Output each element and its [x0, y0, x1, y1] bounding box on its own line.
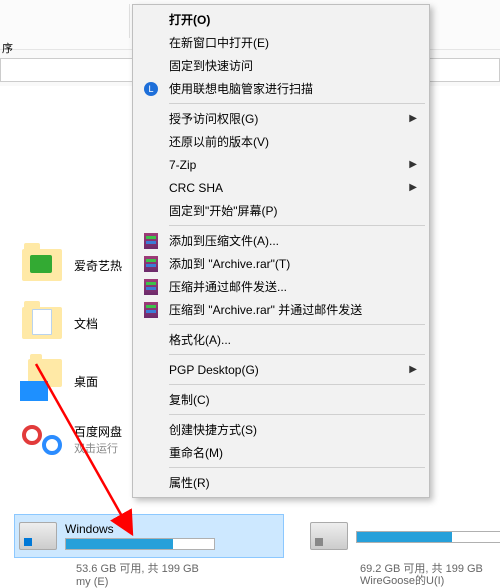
- menu-separator: [169, 225, 425, 226]
- lenovo-icon: L: [143, 81, 159, 97]
- menu-item-lenovo-scan[interactable]: L 使用联想电脑管家进行扫描: [135, 77, 427, 100]
- submenu-arrow-icon: ▶: [409, 113, 417, 124]
- menu-item-label: 授予访问权限(G): [169, 110, 258, 127]
- menu-separator: [169, 467, 425, 468]
- winrar-icon: [143, 279, 159, 295]
- menu-item-create-shortcut[interactable]: 创建快捷方式(S): [135, 418, 427, 441]
- menu-item-label: 固定到快速访问: [169, 57, 253, 74]
- menu-item-label: 重命名(M): [169, 444, 223, 461]
- menu-separator: [169, 414, 425, 415]
- menu-separator: [169, 324, 425, 325]
- menu-item-label: PGP Desktop(G): [169, 363, 259, 377]
- menu-item-add-archive[interactable]: 添加到压缩文件(A)...: [135, 229, 427, 252]
- menu-item-copy[interactable]: 复制(C): [135, 388, 427, 411]
- menu-item-pin-start[interactable]: 固定到"开始"屏幕(P): [135, 199, 427, 222]
- menu-item-label: 创建快捷方式(S): [169, 421, 257, 438]
- drive-usage-bar: [356, 531, 500, 543]
- menu-item-label: 复制(C): [169, 391, 210, 408]
- menu-item-rename[interactable]: 重命名(M): [135, 441, 427, 464]
- app-label: 百度网盘: [74, 423, 122, 440]
- menu-item-label: 添加到压缩文件(A)...: [169, 232, 279, 249]
- submenu-arrow-icon: ▶: [409, 364, 417, 375]
- ribbon-group: [0, 4, 130, 38]
- menu-item-restore-previous[interactable]: 还原以前的版本(V): [135, 130, 427, 153]
- folder-label: 文档: [74, 315, 98, 332]
- menu-item-crc-sha[interactable]: CRC SHA ▶: [135, 176, 427, 199]
- ribbon-group-label: 序: [2, 40, 13, 56]
- winrar-icon: [143, 302, 159, 318]
- folder-icon: [20, 243, 64, 287]
- menu-item-properties[interactable]: 属性(R): [135, 471, 427, 494]
- menu-item-open[interactable]: 打开(O): [135, 8, 427, 31]
- submenu-arrow-icon: ▶: [409, 182, 417, 193]
- menu-item-label: 添加到 "Archive.rar"(T): [169, 255, 290, 272]
- menu-item-label: 压缩并通过邮件发送...: [169, 278, 287, 295]
- menu-separator: [169, 103, 425, 104]
- drive-next-label: my (E): [76, 576, 108, 588]
- drive-icon: [19, 522, 57, 550]
- drive-label: Windows: [65, 522, 215, 536]
- winrar-icon: [143, 256, 159, 272]
- menu-item-label: 属性(R): [169, 474, 210, 491]
- menu-item-7zip[interactable]: 7-Zip ▶: [135, 153, 427, 176]
- desktop-icon: [20, 359, 64, 403]
- app-sublabel: 双击运行: [74, 440, 122, 456]
- menu-item-label: 还原以前的版本(V): [169, 133, 269, 150]
- drive-item-c[interactable]: Windows: [14, 514, 284, 558]
- menu-item-add-archive-named[interactable]: 添加到 "Archive.rar"(T): [135, 252, 427, 275]
- menu-separator: [169, 354, 425, 355]
- menu-item-label: 固定到"开始"屏幕(P): [169, 202, 278, 219]
- menu-item-compress-email[interactable]: 压缩并通过邮件发送...: [135, 275, 427, 298]
- menu-item-open-new-window[interactable]: 在新窗口中打开(E): [135, 31, 427, 54]
- menu-item-label: CRC SHA: [169, 181, 223, 195]
- folder-label: 爱奇艺热: [74, 257, 122, 274]
- drive-icon: [310, 522, 348, 550]
- drive-usage-bar: [65, 538, 215, 550]
- menu-item-pgp-desktop[interactable]: PGP Desktop(G) ▶: [135, 358, 427, 381]
- menu-item-format[interactable]: 格式化(A)...: [135, 328, 427, 351]
- menu-item-pin-quick-access[interactable]: 固定到快速访问: [135, 54, 427, 77]
- submenu-arrow-icon: ▶: [409, 159, 417, 170]
- menu-item-label: 7-Zip: [169, 158, 196, 172]
- drive-next-label: WireGoose的U(I): [360, 572, 444, 588]
- baidu-netdisk-icon: [20, 417, 64, 461]
- menu-item-label: 格式化(A)...: [169, 331, 231, 348]
- context-menu: 打开(O) 在新窗口中打开(E) 固定到快速访问 L 使用联想电脑管家进行扫描 …: [132, 4, 430, 498]
- drive-item-d[interactable]: [306, 514, 486, 558]
- menu-item-label: 压缩到 "Archive.rar" 并通过邮件发送: [169, 301, 362, 318]
- menu-separator: [169, 384, 425, 385]
- menu-item-label: 在新窗口中打开(E): [169, 34, 269, 51]
- menu-item-compress-named-email[interactable]: 压缩到 "Archive.rar" 并通过邮件发送: [135, 298, 427, 321]
- drive-status: 53.6 GB 可用, 共 199 GB: [76, 560, 199, 576]
- menu-item-grant-access[interactable]: 授予访问权限(G) ▶: [135, 107, 427, 130]
- menu-item-label: 使用联想电脑管家进行扫描: [169, 80, 313, 97]
- winrar-icon: [143, 233, 159, 249]
- menu-item-label: 打开(O): [169, 11, 210, 28]
- folder-icon: [20, 301, 64, 345]
- folder-label: 桌面: [74, 373, 98, 390]
